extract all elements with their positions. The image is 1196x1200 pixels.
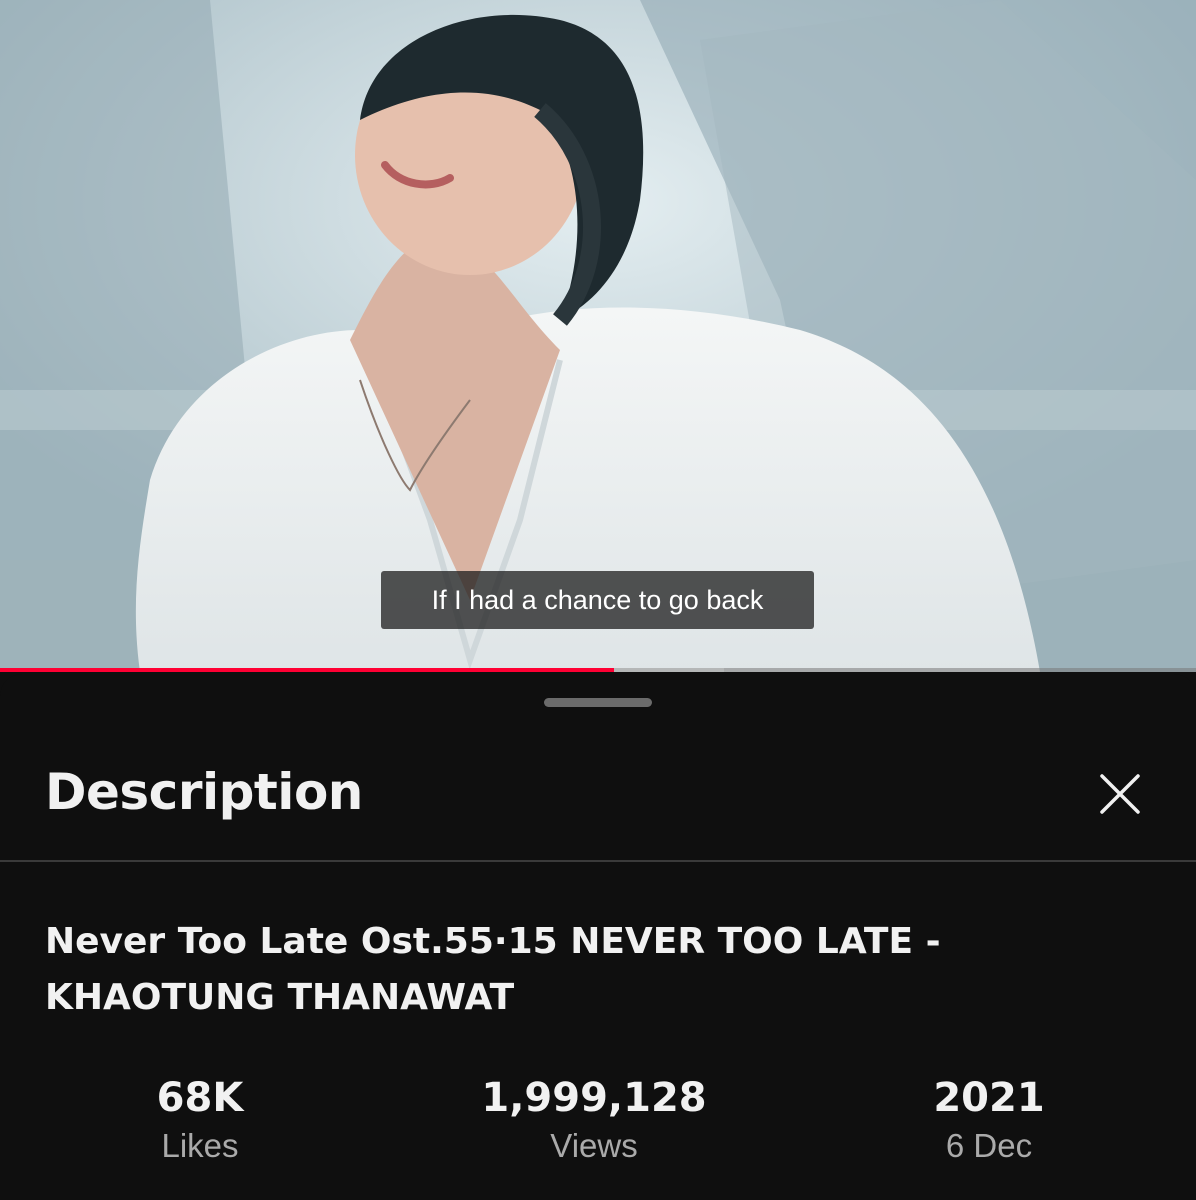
video-caption: If I had a chance to go back	[381, 571, 814, 629]
likes-count: 68K	[156, 1075, 244, 1121]
progress-bar[interactable]	[0, 668, 1196, 672]
description-sheet: Description Never Too Late Ost.55·15 NEV…	[0, 674, 1196, 1200]
likes-stat: 68K Likes	[50, 1070, 350, 1166]
video-player[interactable]: If I had a chance to go back	[0, 0, 1196, 672]
views-stat: 1,999,128 Views	[444, 1070, 744, 1166]
screen: If I had a chance to go back Description…	[0, 0, 1196, 1200]
close-button[interactable]	[1088, 762, 1152, 826]
drag-handle[interactable]	[544, 698, 652, 707]
views-label: Views	[550, 1127, 638, 1164]
date-stat: 2021 6 Dec	[839, 1070, 1139, 1166]
close-icon	[1100, 774, 1140, 814]
divider	[0, 860, 1196, 862]
upload-year: 2021	[933, 1075, 1045, 1121]
video-title-line-1: Never Too Late Ost.55·15 NEVER TOO LATE …	[45, 921, 941, 962]
likes-label: Likes	[161, 1127, 239, 1164]
video-title-line-2: KHAOTUNG THANAWAT	[45, 977, 515, 1018]
progress-fill	[0, 668, 614, 672]
sheet-title: Description	[45, 763, 363, 821]
views-count: 1,999,128	[481, 1075, 707, 1121]
upload-day-month: 6 Dec	[945, 1127, 1033, 1164]
video-title: Never Too Late Ost.55·15 NEVER TOO LATE …	[45, 914, 1145, 1026]
